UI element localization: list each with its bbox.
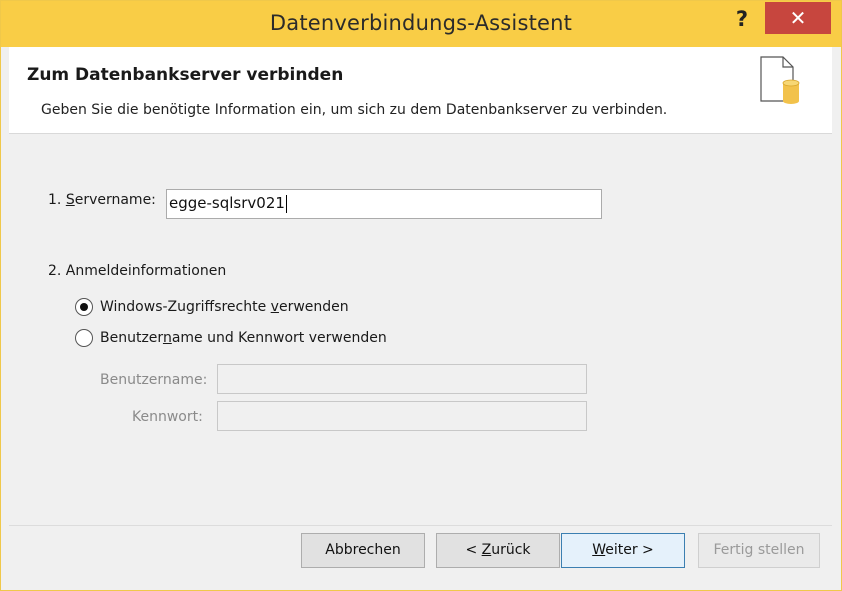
password-input[interactable] xyxy=(217,401,587,431)
next-button[interactable]: Weiter > xyxy=(561,533,685,568)
password-label: Kennwort: xyxy=(132,409,203,425)
username-input[interactable] xyxy=(217,364,587,394)
footer-separator xyxy=(9,525,832,526)
cancel-button[interactable]: Abbrechen xyxy=(301,533,425,568)
back-button[interactable]: < Zurück xyxy=(436,533,560,568)
radio-windows-auth-label[interactable]: Windows-Zugriffsrechte verwenden xyxy=(100,299,349,315)
help-button[interactable]: ? xyxy=(727,5,757,35)
title-bar[interactable]: Datenverbindungs-Assistent ? ✕ xyxy=(1,1,841,47)
finish-button[interactable]: Fertig stellen xyxy=(698,533,820,568)
radio-username-password[interactable] xyxy=(75,329,93,347)
servername-input[interactable]: egge-sqlsrv021 xyxy=(166,189,602,219)
text-caret xyxy=(285,194,287,213)
radio-username-password-label[interactable]: Benutzername und Kennwort verwenden xyxy=(100,330,387,346)
radio-windows-auth[interactable] xyxy=(75,298,93,316)
close-button[interactable]: ✕ xyxy=(765,2,831,34)
window-title: Datenverbindungs-Assistent xyxy=(269,11,573,35)
database-document-icon xyxy=(760,56,800,104)
page-title: Zum Datenbankserver verbinden xyxy=(27,65,344,85)
dialog-window: Datenverbindungs-Assistent ? ✕ Zum Daten… xyxy=(0,0,842,591)
login-section-label: 2. Anmeldeinformationen xyxy=(48,263,227,279)
servername-label: 1. Servername: xyxy=(48,192,156,208)
username-label: Benutzername: xyxy=(100,372,208,388)
wizard-header: Zum Datenbankserver verbinden Geben Sie … xyxy=(9,47,832,134)
page-subtitle: Geben Sie die benötigte Information ein,… xyxy=(41,102,668,118)
